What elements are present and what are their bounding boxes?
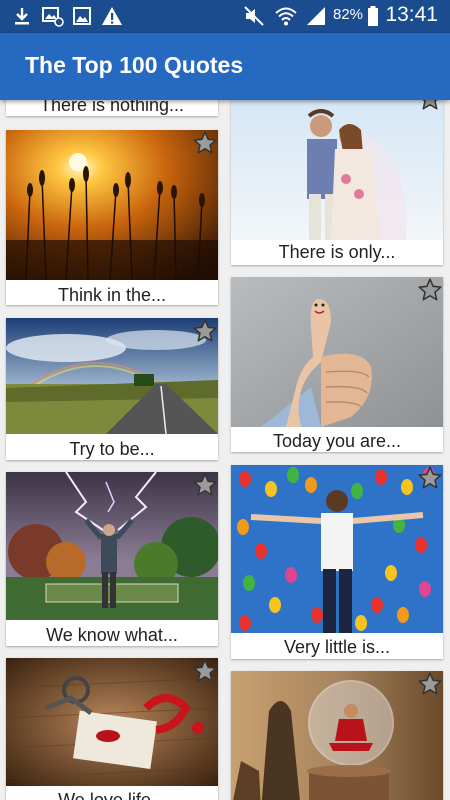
- quote-image: [231, 465, 443, 633]
- quote-image: [231, 671, 443, 800]
- warning-icon: [102, 7, 122, 25]
- quote-caption: Think in the...: [57, 285, 167, 305]
- gallery-icon: [73, 7, 91, 25]
- quote-card[interactable]: [231, 671, 443, 800]
- quote-card[interactable]: There is only...: [231, 100, 443, 265]
- quote-image: [231, 100, 443, 240]
- favorite-star-icon[interactable]: [417, 671, 443, 697]
- quote-caption: There is only...: [278, 242, 396, 262]
- battery-percent: 82%: [333, 6, 364, 23]
- status-bar: 82% 13:41: [0, 0, 450, 33]
- quote-card[interactable]: We love life...: [6, 658, 218, 800]
- quote-card[interactable]: Think in the...: [6, 130, 218, 305]
- quote-image: [6, 130, 218, 280]
- favorite-star-icon[interactable]: [192, 130, 218, 156]
- mute-icon: [244, 6, 264, 26]
- clock: 13:41: [385, 3, 438, 26]
- battery-icon: [368, 6, 378, 26]
- download-icon: [15, 8, 29, 25]
- quote-caption: We love life...: [58, 790, 166, 800]
- quote-image: [6, 318, 218, 434]
- quote-grid[interactable]: There is nothing... Think in the... Try …: [0, 100, 450, 800]
- favorite-star-icon[interactable]: [192, 472, 218, 498]
- quote-image: [6, 472, 218, 620]
- favorite-star-icon[interactable]: [417, 465, 443, 491]
- app-title: The Top 100 Quotes: [25, 52, 244, 78]
- quote-card[interactable]: There is nothing...: [6, 100, 218, 116]
- quote-caption: Try to be...: [69, 439, 155, 459]
- favorite-star-icon[interactable]: [192, 658, 218, 684]
- image-at-icon: [42, 7, 64, 27]
- quote-caption: Today you are...: [272, 431, 402, 451]
- quote-image: [231, 277, 443, 427]
- favorite-star-icon[interactable]: [192, 318, 218, 344]
- signal-icon: [307, 7, 325, 25]
- wifi-icon: [275, 7, 297, 26]
- quote-image: [6, 658, 218, 786]
- quote-card[interactable]: We know what...: [6, 472, 218, 646]
- favorite-star-icon[interactable]: [417, 277, 443, 303]
- quote-caption: There is nothing...: [39, 100, 185, 115]
- favorite-star-icon[interactable]: [417, 100, 443, 112]
- app-bar: The Top 100 Quotes: [0, 33, 450, 100]
- quote-caption: Very little is...: [283, 637, 391, 657]
- quote-card[interactable]: Very little is...: [231, 465, 443, 659]
- quote-caption: We know what...: [46, 625, 178, 645]
- quote-card[interactable]: Try to be...: [6, 318, 218, 460]
- quote-card[interactable]: Today you are...: [231, 277, 443, 452]
